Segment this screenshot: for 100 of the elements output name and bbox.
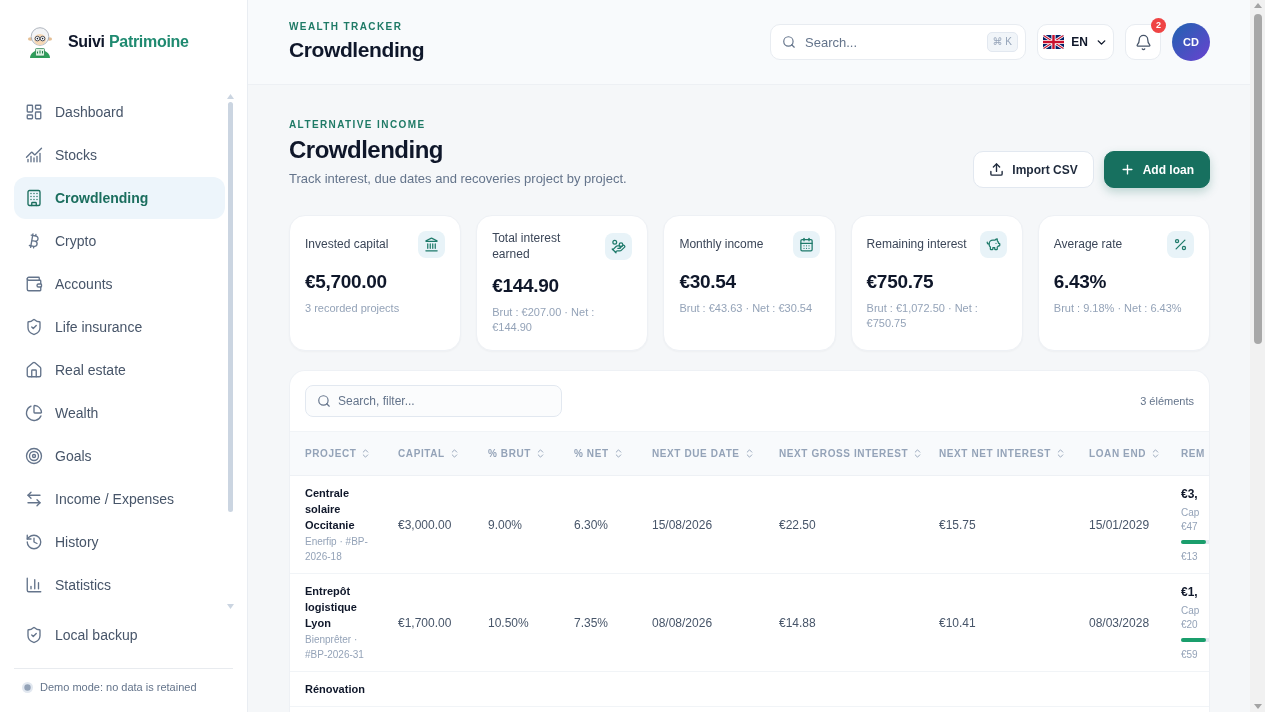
arrows-icon [25, 490, 43, 508]
remaining-detail: Cap [1181, 603, 1200, 618]
stat-label: Monthly income [679, 236, 764, 252]
upload-icon [989, 162, 1005, 177]
table-cell: 15/01/2029 [1089, 517, 1150, 532]
filter-field[interactable]: Search, filter... [305, 385, 562, 417]
remaining-amount: €3, [1181, 485, 1198, 502]
stat-detail: 3 recorded projects [305, 301, 401, 316]
table-cell: 08/08/2026 [652, 615, 713, 630]
table-cell: €22.50 [779, 517, 816, 532]
item-count: 3 éléments [1140, 395, 1194, 407]
dashboard-icon [25, 103, 43, 121]
bar-chart-icon [25, 576, 43, 594]
stat-detail: Brut : €207.00 · Net : €144.90 [492, 305, 596, 335]
header-title: Crowdlending [289, 37, 425, 63]
history-icon [25, 533, 43, 551]
shield-check-icon [25, 626, 43, 644]
table-cell: 6.30% [574, 517, 609, 532]
column-header: REM [1181, 448, 1206, 459]
table-cell: 15/08/2026 [652, 517, 713, 532]
hand-coins-icon [605, 232, 633, 260]
page-title: Crowdlending [289, 135, 443, 165]
plus-icon [1119, 162, 1135, 177]
percent-icon [1167, 230, 1194, 258]
scroll-up-icon[interactable] [227, 94, 234, 99]
table-cell: €1,700.00 [398, 615, 452, 630]
search-icon [317, 394, 331, 408]
remaining-caption: €59 [1181, 647, 1198, 662]
sidebar-item[interactable]: History [14, 521, 225, 563]
stat-value: €750.75 [866, 270, 935, 294]
sidebar-item[interactable]: Stocks [14, 134, 225, 176]
sidebar-item[interactable]: Wealth [14, 392, 225, 434]
scrollbar-thumb[interactable] [228, 102, 233, 512]
remaining-amount: €1, [1181, 583, 1198, 600]
house-icon [25, 361, 43, 379]
sidebar-item[interactable]: Statistics [14, 564, 225, 606]
project-platform: Enerfip · #BP-2026-18 [305, 535, 369, 564]
remaining-detail: €20 [1181, 617, 1198, 632]
table-cell: €3,000.00 [398, 517, 452, 532]
project-name: Rénovation [305, 682, 365, 697]
table-cell: 10.50% [488, 615, 529, 630]
sidebar-item[interactable]: Income / Expenses [14, 478, 225, 520]
bell-icon [1134, 33, 1152, 51]
status-dot-icon [22, 682, 33, 693]
scrollbar-thumb[interactable] [1253, 14, 1262, 344]
building-icon [25, 189, 43, 207]
stat-value: €30.54 [679, 270, 737, 294]
search-icon [782, 35, 796, 49]
shield-check-icon [25, 318, 43, 336]
scroll-down-icon[interactable] [227, 604, 234, 609]
page-subtitle: Track interest, due dates and recoveries project by project. [289, 170, 627, 188]
import-button[interactable]: Import CSV [973, 151, 1094, 188]
notification-count: 2 [1151, 18, 1166, 33]
keyboard-shortcut: ⌘ K [986, 32, 1018, 52]
bank-icon [418, 230, 446, 258]
sidebar-item[interactable]: Goals [14, 435, 225, 477]
stat-label: Average rate [1053, 236, 1123, 252]
notifications-button[interactable] [1125, 24, 1161, 60]
table-cell: 7.35% [574, 615, 609, 630]
sidebar-item[interactable]: Local backup [14, 614, 225, 656]
add-loan-button[interactable]: Add loan [1103, 151, 1210, 188]
language-button[interactable]: EN [1037, 24, 1114, 60]
sidebar-item[interactable]: Crypto [14, 220, 225, 262]
remaining-detail: Cap [1181, 505, 1200, 520]
stat-detail: Brut : 9.18% · Net : 6.43% [1053, 301, 1183, 316]
project-name: Centrale solaire Occitanie [305, 486, 356, 533]
sidebar-item[interactable]: Dashboard [14, 91, 225, 133]
stat-detail: Brut : €1,072.50 · Net : €750.75 [866, 301, 979, 331]
stat-value: 6.43% [1053, 270, 1108, 294]
sidebar-item[interactable]: Accounts [14, 263, 225, 305]
section-eyebrow: WEALTH TRACKER [289, 21, 403, 33]
chart-icon [25, 146, 43, 164]
remaining-detail: €47 [1181, 519, 1198, 534]
stat-label: Invested capital [305, 236, 389, 252]
calendar-icon [792, 230, 820, 258]
sidebar-item[interactable]: Real estate [14, 349, 225, 391]
pie-chart-icon [25, 404, 43, 422]
flag-icon [1043, 35, 1065, 49]
remaining-caption: €13 [1181, 549, 1198, 564]
sidebar-item[interactable]: Life insurance [14, 306, 225, 348]
piggy-bank-icon [979, 230, 1007, 258]
project-platform: Bienprêter · #BP-2026-31 [305, 633, 365, 662]
table-cell: 08/03/2028 [1089, 615, 1150, 630]
scroll-down-icon[interactable] [1253, 704, 1262, 709]
stat-label: Total interest earned [492, 230, 562, 262]
wallet-icon [25, 275, 43, 293]
table-cell: €10.41 [939, 615, 976, 630]
table-cell: €14.88 [779, 615, 816, 630]
brand-name: Suivi Patrimoine [68, 33, 189, 51]
stat-detail: Brut : €43.63 · Net : €30.54 [679, 301, 814, 316]
stat-value: €5,700.00 [305, 270, 388, 294]
stat-value: €144.90 [492, 274, 560, 298]
section-eyebrow: ALTERNATIVE INCOME [289, 119, 426, 131]
table-cell: €15.75 [939, 517, 976, 532]
target-icon [25, 447, 43, 465]
project-name: Entrepôt logistique Lyon [305, 584, 358, 631]
scroll-up-icon[interactable] [1253, 3, 1262, 8]
sidebar-item[interactable]: Crowdlending [14, 177, 225, 219]
demo-mode-notice: Demo mode: no data is retained [40, 681, 197, 694]
user-avatar[interactable]: CD [1172, 23, 1210, 61]
